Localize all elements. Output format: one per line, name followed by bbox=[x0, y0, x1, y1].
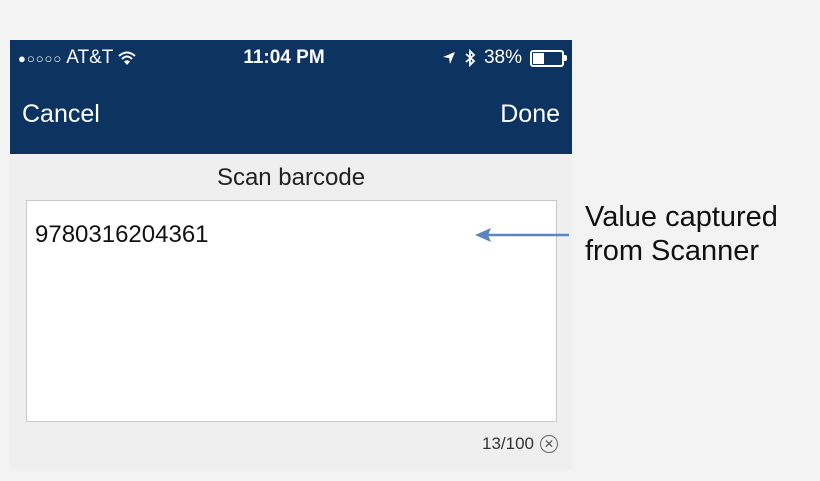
form-title: Scan barcode bbox=[216, 164, 366, 191]
annotation-line-1: Value captured bbox=[585, 201, 778, 233]
cancel-button[interactable]: Cancel bbox=[22, 100, 100, 129]
battery-fill bbox=[533, 52, 545, 64]
bluetooth-icon bbox=[465, 49, 476, 67]
barcode-value: 9780316204361 bbox=[35, 221, 209, 248]
phone-screen: ●○○○○ AT&T 11:04 PM 38% Cancel Done Scan… bbox=[10, 40, 572, 470]
battery-percent: 38% bbox=[483, 47, 522, 68]
status-left: ●○○○○ AT&T bbox=[18, 47, 137, 69]
location-arrow-icon bbox=[442, 52, 455, 64]
time-label: 11:04 PM bbox=[243, 47, 325, 68]
battery-icon bbox=[530, 49, 567, 67]
clear-icon[interactable]: ✕ bbox=[540, 435, 558, 453]
carrier-label: AT&T bbox=[66, 47, 114, 68]
navigation-bar: Cancel Done bbox=[10, 76, 572, 154]
status-bar: ●○○○○ AT&T 11:04 PM 38% bbox=[10, 40, 572, 76]
wifi-icon bbox=[118, 51, 137, 65]
annotation-callout: Value captured from Scanner bbox=[585, 200, 778, 268]
counter-text: 13/100 bbox=[482, 434, 534, 453]
signal-strength-icon: ●○○○○ bbox=[18, 50, 63, 66]
status-right: 38% bbox=[442, 47, 567, 69]
done-button[interactable]: Done bbox=[500, 100, 560, 129]
annotation-arrow-icon bbox=[475, 228, 569, 242]
character-counter: 13/100 ✕ bbox=[482, 434, 558, 454]
annotation-line-2: from Scanner bbox=[585, 235, 760, 267]
